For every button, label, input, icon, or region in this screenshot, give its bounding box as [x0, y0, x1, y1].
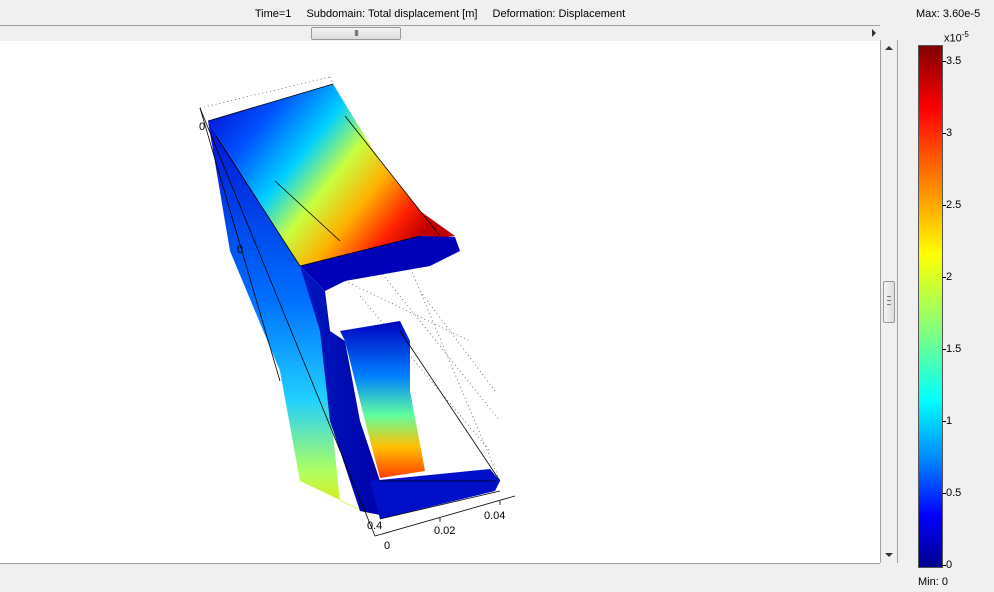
colorbar-tick-label: 1	[946, 415, 953, 427]
colorbar-tick-label: 1.5	[946, 343, 962, 355]
colorbar-scale-factor: x10-5	[944, 30, 969, 45]
x-tick-0: 0	[384, 540, 390, 552]
time-label: Time=1	[254, 8, 292, 20]
scroll-up-arrow-icon[interactable]	[885, 46, 893, 50]
plot-canvas[interactable]: 0 0 0.4 0 0.02 0.04	[0, 41, 880, 564]
x-tick-002: 0.02	[434, 525, 455, 537]
y-tick-mid: 0	[237, 244, 243, 256]
colorbar	[918, 45, 943, 568]
colorbar-tick-label: 3	[946, 127, 953, 139]
colorbar-tick-label: 2.5	[946, 199, 962, 211]
scroll-down-arrow-icon[interactable]	[885, 553, 893, 557]
scale-base: x10	[944, 32, 962, 45]
plot-title: Time=1 Subdomain: Total displacement [m]…	[0, 0, 880, 26]
thumb-grip-line	[887, 300, 891, 301]
colorbar-tick-label: 0	[946, 559, 953, 571]
horizontal-scroll-thumb[interactable]: III	[311, 27, 401, 40]
z-tick-label: 0.4	[367, 520, 382, 532]
y-tick-top: 0	[199, 121, 205, 133]
deformation-label: Deformation: Displacement	[492, 8, 626, 20]
colorbar-tick-label: 0.5	[946, 487, 962, 499]
thumb-grip-line	[887, 296, 891, 297]
subdomain-label: Subdomain: Total displacement [m]	[306, 8, 478, 20]
scale-exponent: -5	[961, 30, 969, 39]
colorbar-tick-label: 2	[946, 271, 953, 283]
colorbar-tick-label: 3.5	[946, 55, 962, 67]
vertical-scrollbar[interactable]	[880, 40, 898, 563]
colorbar-min-label: Min: 0	[918, 576, 948, 588]
colorbar-max-label: Max: 3.60e-5	[916, 8, 981, 20]
deformed-model-view: 0 0 0.4 0 0.02 0.04	[199, 76, 516, 552]
horizontal-scrollbar[interactable]: III	[0, 25, 880, 42]
x-tick-004: 0.04	[484, 510, 505, 522]
scroll-right-arrow-icon[interactable]	[872, 29, 876, 37]
vertical-scroll-thumb[interactable]	[883, 281, 895, 323]
thumb-grip-line	[887, 304, 891, 305]
